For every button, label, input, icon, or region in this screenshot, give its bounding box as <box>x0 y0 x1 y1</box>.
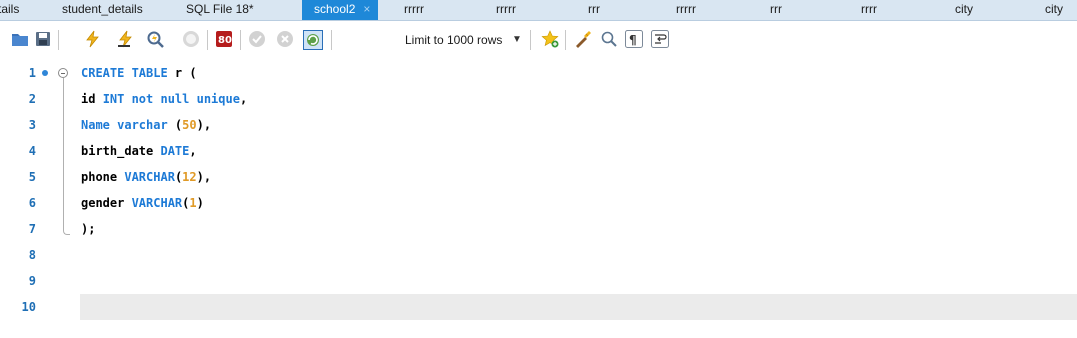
tab-rrrrr-3[interactable]: rrrrr <box>676 0 696 20</box>
tab-tails[interactable]: tails <box>0 0 19 20</box>
tab-sql-file-18[interactable]: SQL File 18* <box>186 0 254 20</box>
code-line[interactable]: 1 CREATE TABLE r ( <box>0 60 1077 86</box>
code-line[interactable]: 2 id INT not null unique, <box>0 86 1077 112</box>
sql-number: 12 <box>182 170 197 184</box>
line-number: 1 <box>28 66 36 80</box>
sql-number: 50 <box>182 118 197 132</box>
add-snippet-icon[interactable] <box>541 30 559 48</box>
sql-text: ), <box>196 170 212 184</box>
invisibles-icon[interactable]: ¶ <box>625 30 643 48</box>
execute-icon[interactable] <box>83 30 101 48</box>
tab-school2-label: school2 <box>314 2 356 16</box>
tab-rrr[interactable]: rrr <box>588 0 600 20</box>
code-line[interactable]: 6 gender VARCHAR(1) <box>0 190 1077 216</box>
line-number: 10 <box>21 300 36 314</box>
code-text: gender VARCHAR(1) <box>81 190 204 216</box>
sql-text: id <box>81 92 103 106</box>
rollback-icon[interactable] <box>276 30 294 48</box>
sql-code-editor[interactable]: 1 CREATE TABLE r ( 2 id INT not null unique… <box>0 60 1077 338</box>
code-text: id INT not null unique, <box>81 86 247 112</box>
open-folder-icon[interactable] <box>11 30 29 48</box>
code-line[interactable]: 4 birth_date DATE, <box>0 138 1077 164</box>
commit-icon[interactable] <box>248 30 266 48</box>
tab-city[interactable]: city <box>955 0 973 20</box>
tab-rrr-2[interactable]: rrr <box>770 0 782 20</box>
close-tab-icon[interactable]: × <box>363 2 370 16</box>
find-icon[interactable] <box>600 30 618 48</box>
svg-text:¶: ¶ <box>629 33 637 47</box>
code-line[interactable]: 7); <box>0 216 1077 242</box>
sql-text: phone <box>81 170 125 184</box>
sql-keyword: Name varchar <box>81 118 168 132</box>
sql-text: r ( <box>167 66 197 80</box>
execute-current-icon[interactable] <box>116 30 134 48</box>
toolbar-separator <box>530 30 531 50</box>
line-number: 6 <box>28 196 36 210</box>
sql-text: ); <box>81 222 96 236</box>
sql-text: ( <box>167 118 183 132</box>
line-number: 4 <box>28 144 36 158</box>
current-line-highlight <box>80 294 1077 320</box>
code-text: CREATE TABLE r ( <box>81 60 197 86</box>
sql-keyword: CREATE TABLE <box>81 66 168 80</box>
code-text: ); <box>81 216 95 242</box>
line-number: 7 <box>28 222 36 236</box>
fold-guide-line <box>63 78 64 230</box>
line-number: 9 <box>28 274 36 288</box>
code-line[interactable]: 10 <box>0 294 1077 320</box>
toolbar-separator <box>58 30 59 50</box>
sql-text: , <box>189 144 197 158</box>
autocommit-icon[interactable] <box>303 30 323 50</box>
save-icon[interactable] <box>34 30 52 48</box>
line-number: 5 <box>28 170 36 184</box>
limit-rows-select[interactable]: Limit to 1000 rows <box>405 33 502 47</box>
sql-number: 1 <box>189 196 197 210</box>
toggle-error-icon[interactable]: 80 <box>215 30 233 48</box>
code-line[interactable]: 8 <box>0 242 1077 268</box>
sql-editor-toolbar: 80 Limit to 1000 rows ▼ ¶ <box>0 21 1077 60</box>
wrap-icon[interactable] <box>651 30 669 48</box>
explain-icon[interactable] <box>146 30 164 48</box>
sql-text: ) <box>196 196 204 210</box>
toolbar-separator <box>331 30 332 50</box>
tab-school2[interactable]: school2 × <box>302 0 379 20</box>
fold-toggle-icon[interactable] <box>58 68 68 78</box>
chevron-down-icon[interactable]: ▼ <box>512 34 522 45</box>
code-line[interactable]: 3 Name varchar (50), <box>0 112 1077 138</box>
line-number: 8 <box>28 248 36 262</box>
svg-text:80: 80 <box>218 35 232 46</box>
tab-rrrrr-2[interactable]: rrrrr <box>496 0 516 20</box>
line-number: 2 <box>28 92 36 106</box>
tab-student-details[interactable]: student_details <box>62 0 143 20</box>
sql-text: ), <box>196 118 212 132</box>
sql-keyword: VARCHAR <box>124 170 175 184</box>
tab-rrrr[interactable]: rrrr <box>861 0 877 20</box>
sql-keyword: VARCHAR <box>131 196 183 210</box>
code-text: birth_date DATE, <box>81 138 197 164</box>
toolbar-separator <box>240 30 241 50</box>
sql-text: , <box>239 92 248 106</box>
toolbar-separator <box>565 30 566 50</box>
sql-keyword: INT not null unique <box>102 92 240 106</box>
beautify-icon[interactable] <box>574 30 592 48</box>
fold-end-marker <box>63 228 70 235</box>
sql-text: gender <box>81 196 132 210</box>
toolbar-separator <box>207 30 208 50</box>
stop-icon[interactable] <box>182 30 200 48</box>
code-text: phone VARCHAR(12), <box>81 164 211 190</box>
code-line[interactable]: 5 phone VARCHAR(12), <box>0 164 1077 190</box>
line-number: 3 <box>28 118 36 132</box>
tab-city-2[interactable]: city <box>1045 0 1063 20</box>
sql-keyword: DATE <box>160 144 190 158</box>
tab-rrrrr[interactable]: rrrrr <box>404 0 424 20</box>
sql-text: birth_date <box>81 144 161 158</box>
code-text: Name varchar (50), <box>81 112 211 138</box>
editor-tab-bar: tails student_details SQL File 18* schoo… <box>0 0 1077 21</box>
statement-marker-icon <box>42 70 48 76</box>
code-line[interactable]: 9 <box>0 268 1077 294</box>
